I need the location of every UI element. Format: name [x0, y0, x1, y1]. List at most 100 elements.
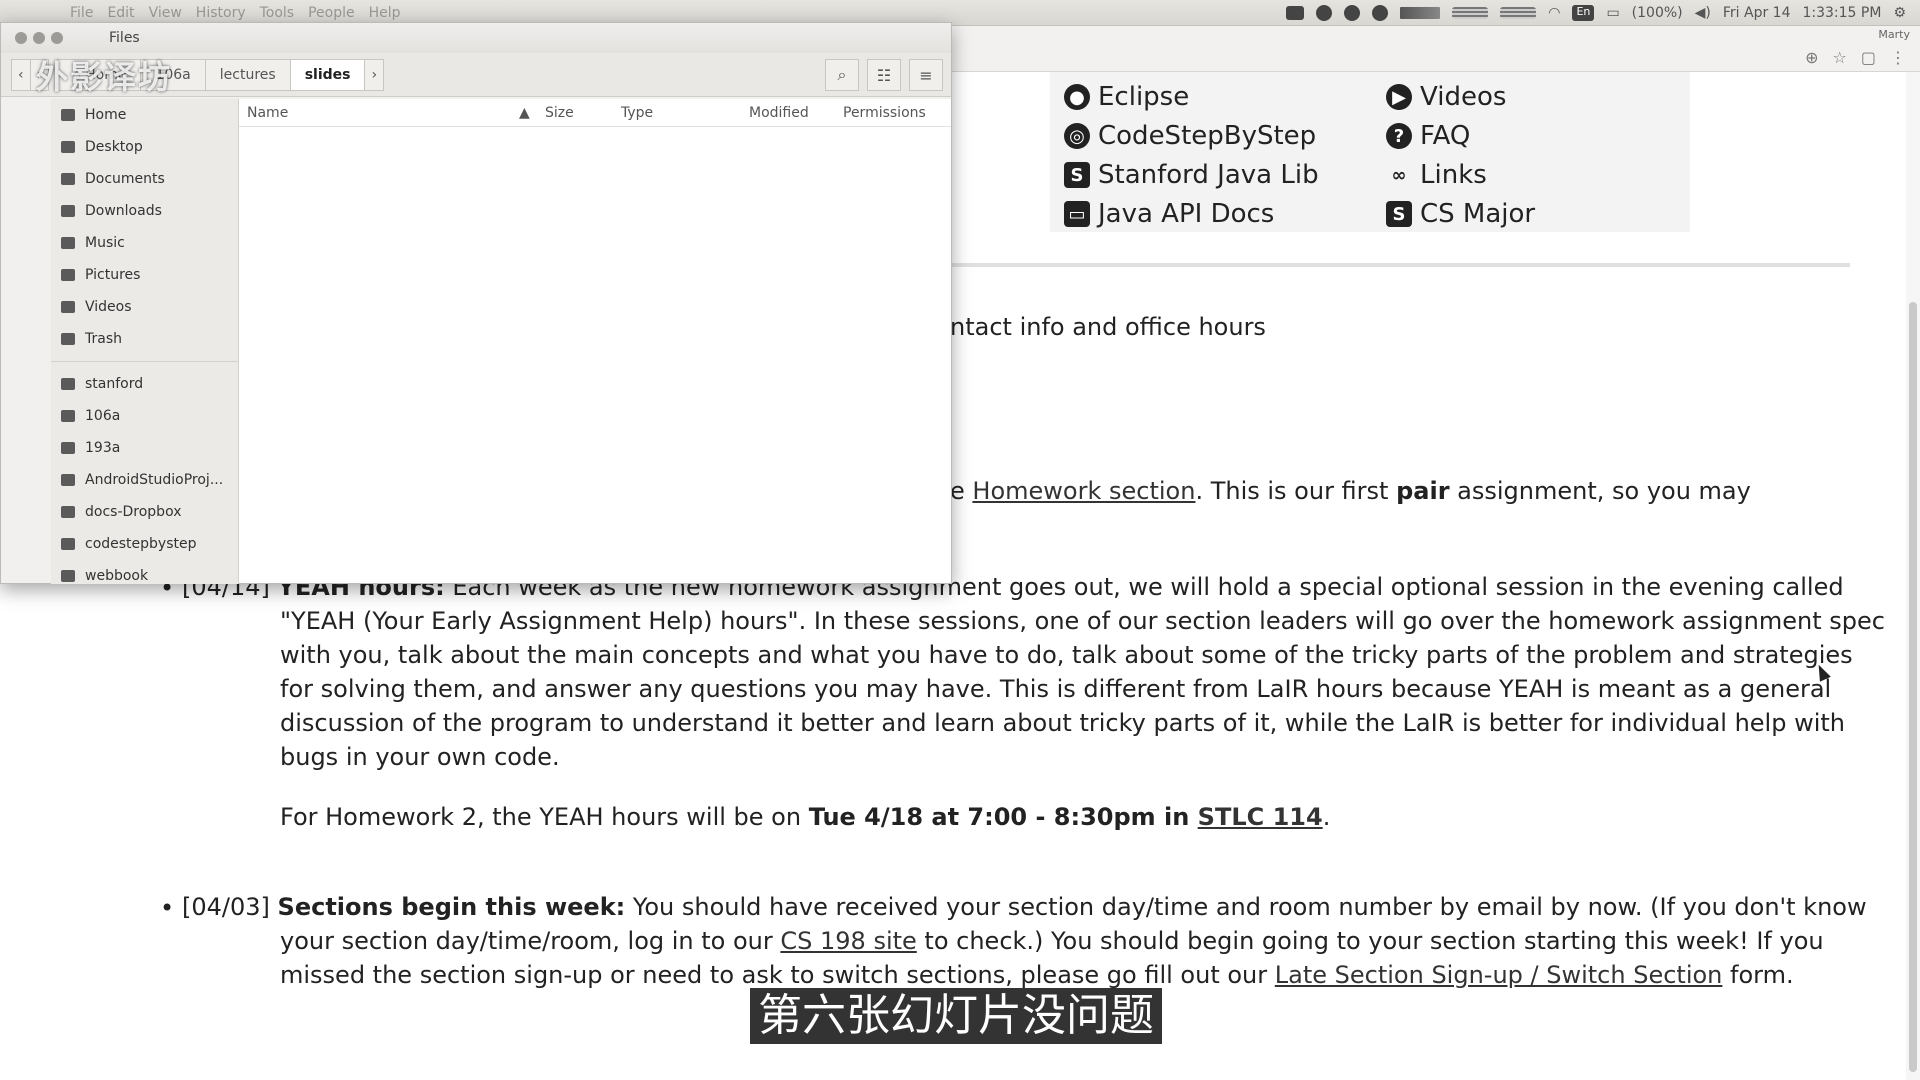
- nav-link-eclipse[interactable]: ● Eclipse: [1064, 82, 1189, 112]
- files-sidebar: Home Desktop Documents Downloads Music P…: [51, 99, 239, 584]
- stlc-114-link[interactable]: STLC 114: [1198, 803, 1323, 831]
- folder-icon: [61, 474, 75, 486]
- zoom-icon[interactable]: ⊕: [1805, 48, 1818, 67]
- nav-link-videos[interactable]: ▶ Videos: [1386, 82, 1506, 112]
- stop-icon[interactable]: [1372, 4, 1389, 21]
- sidebar-item-videos[interactable]: Videos: [51, 291, 238, 323]
- sidebar-item-trash[interactable]: Trash: [51, 323, 238, 355]
- network-graph-icon[interactable]: [1500, 6, 1537, 19]
- scrollbar-thumb[interactable]: [1909, 302, 1917, 1072]
- yeah-hours-line: bugs in your own code.: [280, 743, 560, 771]
- hamburger-menu-icon[interactable]: ≡: [909, 59, 943, 91]
- nav-link-cs-major[interactable]: S CS Major: [1386, 199, 1535, 229]
- late-section-signup-link[interactable]: Late Section Sign-up / Switch Section: [1275, 961, 1723, 989]
- breadcrumb-more-icon[interactable]: ›: [364, 58, 385, 91]
- document-icon: [61, 173, 75, 185]
- memory-graph-icon[interactable]: [1452, 6, 1489, 19]
- menu-edit[interactable]: Edit: [107, 5, 134, 21]
- settings-gear-icon[interactable]: ⚙: [1893, 5, 1906, 21]
- column-type[interactable]: Type: [621, 105, 653, 121]
- stanford-s-icon: S: [1064, 162, 1090, 188]
- sidebar-item-downloads[interactable]: Downloads: [51, 195, 238, 227]
- browser-menu-icon[interactable]: ⋮: [1890, 48, 1906, 67]
- menu-tools[interactable]: Tools: [260, 5, 295, 21]
- bullet-dot: •: [160, 894, 175, 922]
- sidebar-bookmark-webbook[interactable]: webbook: [51, 560, 238, 584]
- yeah-hours-line: for solving them, and answer any questio…: [280, 675, 1832, 703]
- browser-profile-name[interactable]: Marty: [1878, 28, 1910, 41]
- cs198-site-link[interactable]: CS 198 site: [780, 927, 916, 955]
- play-icon: ▶: [1386, 84, 1412, 110]
- bookmark-star-icon[interactable]: ☆: [1833, 48, 1847, 67]
- battery-icon[interactable]: ▭: [1606, 5, 1619, 21]
- column-permissions[interactable]: Permissions: [843, 105, 926, 121]
- camera-icon[interactable]: [1286, 5, 1305, 20]
- sidebar-divider: [51, 361, 238, 362]
- cpu-graph-icon[interactable]: [1400, 6, 1441, 19]
- clock-time[interactable]: 1:33:15 PM: [1802, 5, 1881, 21]
- back-button[interactable]: ‹: [11, 58, 31, 91]
- files-titlebar[interactable]: Files: [1, 23, 951, 53]
- sidebar-bookmark-codestepbystep[interactable]: codestepbystep: [51, 528, 238, 560]
- breadcrumb-lectures[interactable]: lectures: [204, 58, 291, 91]
- file-list-view[interactable]: Name ▲ Size Type Modified Permissions: [239, 99, 951, 583]
- maximize-window-icon[interactable]: [51, 32, 63, 44]
- nav-link-java-api-docs[interactable]: ▭ Java API Docs: [1064, 199, 1274, 229]
- wifi-icon[interactable]: ◠: [1548, 5, 1560, 21]
- video-watermark: 外影译坊: [36, 58, 173, 96]
- yeah-hours-line: discussion of the program to understand …: [280, 709, 1845, 737]
- extension-icon[interactable]: ▢: [1861, 48, 1876, 67]
- folder-icon: [61, 141, 75, 153]
- sidebar-bookmark-docs-dropbox[interactable]: docs-Dropbox: [51, 496, 238, 528]
- sidebar-bookmark-193a[interactable]: 193a: [51, 432, 238, 464]
- yeah-hours-line: "YEAH (Your Early Assignment Help) hours…: [280, 607, 1885, 635]
- menu-history[interactable]: History: [196, 5, 246, 21]
- menu-file[interactable]: File: [70, 5, 93, 21]
- files-window[interactable]: Files ‹ › ⌂ Home 106a lectures slides › …: [0, 22, 952, 584]
- view-toggle-icon[interactable]: ☷: [867, 59, 901, 91]
- homework-section-link[interactable]: Homework section: [972, 477, 1195, 505]
- stanford-s-icon: S: [1386, 201, 1412, 227]
- nav-link-faq[interactable]: ? FAQ: [1386, 121, 1470, 151]
- dropbox-icon[interactable]: [1344, 4, 1361, 21]
- home-icon: [61, 109, 75, 121]
- clock-date[interactable]: Fri Apr 14: [1723, 5, 1791, 21]
- sidebar-item-documents[interactable]: Documents: [51, 163, 238, 195]
- column-modified[interactable]: Modified: [749, 105, 809, 121]
- sections-line: your section day/time/room, log in to ou…: [280, 927, 1824, 955]
- video-subtitle: 第六张幻灯片没问题: [750, 988, 1162, 1044]
- contact-info-text: ntact info and office hours: [950, 313, 1266, 341]
- eclipse-icon: ●: [1064, 84, 1090, 110]
- sidebar-bookmark-106a[interactable]: 106a: [51, 400, 238, 432]
- sort-ascending-icon[interactable]: ▲: [519, 105, 530, 121]
- menu-view[interactable]: View: [149, 5, 182, 21]
- nav-link-codestepbystep[interactable]: ◎ CodeStepByStep: [1064, 121, 1316, 151]
- menu-help[interactable]: Help: [369, 5, 401, 21]
- sections-line: missed the section sign-up or need to as…: [280, 961, 1794, 989]
- nav-link-stanford-java-lib[interactable]: S Stanford Java Lib: [1064, 160, 1319, 190]
- breadcrumb-slides[interactable]: slides: [289, 58, 366, 91]
- close-window-icon[interactable]: [15, 32, 27, 44]
- search-icon[interactable]: ⌕: [825, 59, 859, 91]
- homework-announcement: e Homework section. This is our first pa…: [950, 477, 1751, 505]
- sidebar-item-music[interactable]: Music: [51, 227, 238, 259]
- window-title: Files: [109, 30, 140, 46]
- minimize-window-icon[interactable]: [33, 32, 45, 44]
- sidebar-item-home[interactable]: Home: [51, 99, 238, 131]
- menu-people[interactable]: People: [308, 5, 355, 21]
- sidebar-bookmark-androidstudio[interactable]: AndroidStudioProj...: [51, 464, 238, 496]
- page-scrollbar[interactable]: [1906, 72, 1920, 1080]
- folder-icon: [61, 410, 75, 422]
- oracle-icon: ▭: [1064, 201, 1090, 227]
- sidebar-item-pictures[interactable]: Pictures: [51, 259, 238, 291]
- sync-icon[interactable]: [1316, 4, 1333, 21]
- column-size[interactable]: Size: [545, 105, 574, 121]
- column-name[interactable]: Name: [247, 105, 288, 121]
- sidebar-item-desktop[interactable]: Desktop: [51, 131, 238, 163]
- folder-icon: [61, 442, 75, 454]
- nav-link-links[interactable]: ∞ Links: [1386, 160, 1487, 190]
- sidebar-bookmark-stanford[interactable]: stanford: [51, 368, 238, 400]
- question-icon: ?: [1386, 123, 1412, 149]
- keyboard-lang-indicator[interactable]: En: [1572, 4, 1595, 21]
- volume-icon[interactable]: ◀): [1695, 5, 1711, 21]
